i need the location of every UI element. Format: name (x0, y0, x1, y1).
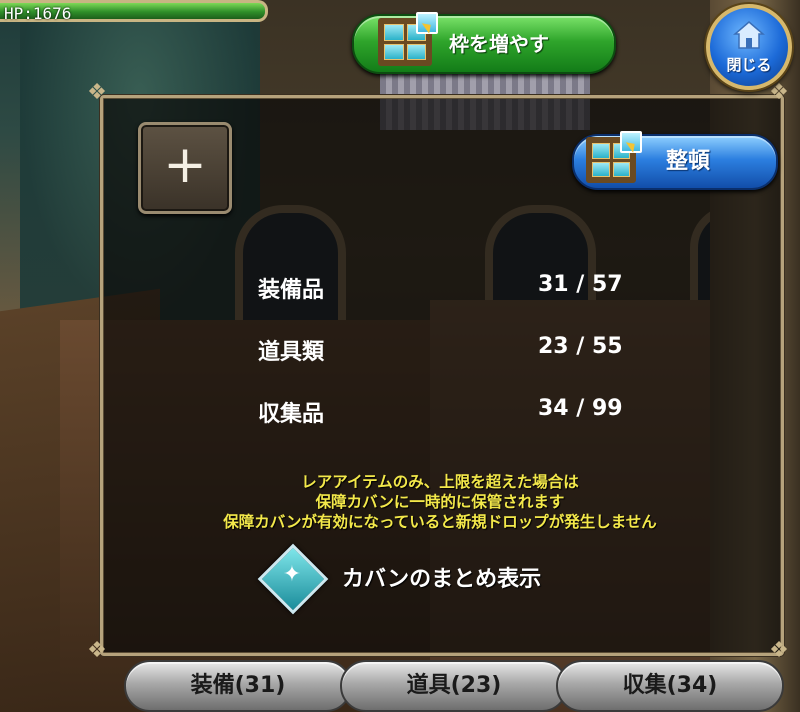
notice-line: レアアイテムのみ、上限を超えた場合は (301, 473, 579, 491)
capacity-row-equipment: 装備品 31 / 57 (258, 272, 658, 308)
expand-slots-button[interactable]: 枠を増やす (352, 12, 616, 74)
capacity-label: 収集品 (258, 402, 325, 427)
panel-corner-ornament: ❖ (87, 80, 107, 105)
close-label: 閉じる (726, 56, 772, 74)
sort-label: 整頓 (666, 149, 711, 174)
bag-summary-label: カバンのまとめ表示 (342, 567, 542, 592)
plus-icon: + (163, 135, 207, 195)
overflow-notice: レアアイテムのみ、上限を超えた場合は 保障カバンに一時的に保管されます 保障カバ… (140, 472, 740, 532)
panel-corner-ornament: ❖ (769, 638, 789, 663)
notice-line: 保障カバンが有効になっていると新規ドロップが発生しません (223, 513, 657, 531)
notice-line: 保障カバンに一時的に保管されます (315, 493, 565, 511)
grid-expand-icon (378, 12, 438, 66)
sparkle-icon: ✦ (282, 562, 302, 587)
sort-button[interactable]: 整頓 (572, 131, 778, 190)
capacity-count: 23 / 55 (538, 334, 623, 359)
grid-sort-icon (586, 131, 642, 183)
panel-corner-ornament: ❖ (769, 80, 789, 105)
tab-collectibles[interactable]: 収集(34) (556, 660, 784, 712)
capacity-row-collectibles: 収集品 34 / 99 (258, 396, 658, 432)
tab-tools[interactable]: 道具(23) (340, 660, 568, 712)
expand-slots-label: 枠を増やす (449, 32, 549, 56)
tab-equipment[interactable]: 装備(31) (124, 660, 352, 712)
close-button[interactable]: 閉じる (706, 4, 792, 90)
home-icon (733, 21, 765, 49)
capacity-count: 31 / 57 (538, 272, 623, 297)
add-slot-button[interactable]: + (138, 122, 232, 214)
capacity-label: 装備品 (258, 278, 325, 303)
capacity-row-tools: 道具類 23 / 55 (258, 334, 658, 370)
capacity-label: 道具類 (258, 340, 325, 365)
hp-text: HP:1676 (4, 4, 72, 23)
panel-corner-ornament: ❖ (87, 638, 107, 663)
hp-bar: HP:1676 (0, 0, 268, 23)
capacity-count: 34 / 99 (538, 396, 623, 421)
